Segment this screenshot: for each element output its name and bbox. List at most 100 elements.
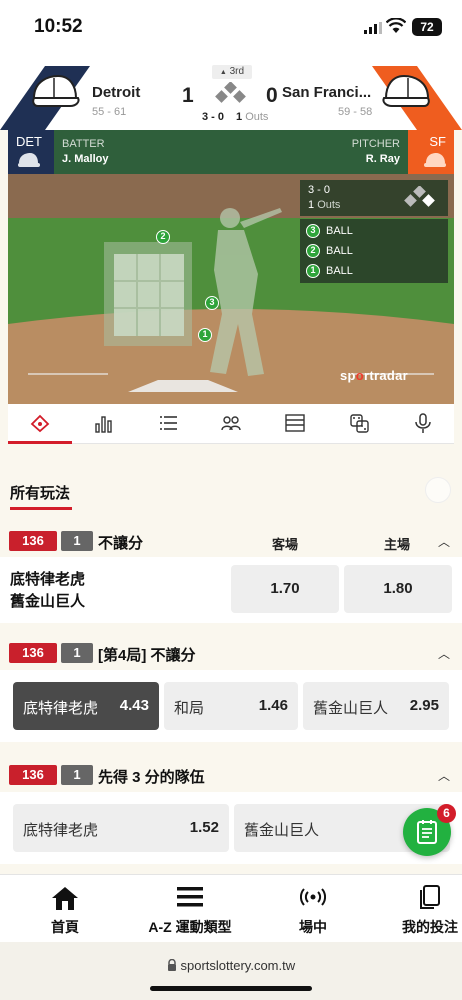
bases-icon [404,186,435,207]
market-title: [第4局] 不讓分 [98,647,196,664]
option-name: 底特律老虎 [23,700,99,717]
pitch-marker: 1 [198,328,212,342]
list-tab-icon[interactable] [157,412,179,434]
market-header[interactable]: 136 1 [第4局] 不讓分 ︿ [0,638,462,668]
pitch-result: BALL [326,265,353,277]
pitch-list: 3 BALL 2 BALL 1 BALL [300,219,448,283]
chevron-up-icon[interactable]: ︿ [438,645,450,662]
batter-label: BATTER [62,138,105,150]
browser-url-bar[interactable]: sportslottery.com.tw [0,942,462,1000]
battery-icon: 72 [412,18,442,36]
url-domain: sportslottery.com.tw [180,958,296,973]
chevron-up-icon[interactable]: ︿ [438,533,450,550]
field-tab-icon[interactable] [29,412,51,434]
my-bets-icon [420,885,441,909]
away-team-record: 55 - 61 [92,106,127,118]
brand-part: rtradar [364,368,409,383]
outs-number: 1 [236,111,243,123]
market-body: 底特律老虎 1.52 舊金山巨人 [0,792,462,864]
stats-tab-icon[interactable] [93,412,115,434]
home-column-header: 主場 [384,537,411,552]
event-code-tag: 136 [9,643,57,663]
filter-circle-button[interactable] [425,477,451,503]
microphone-tab-icon[interactable] [412,412,434,434]
market-body: 底特律老虎 4.43 和局 1.46 舊金山巨人 2.95 [0,670,462,742]
triangle-up-icon: ▲ [219,69,227,76]
odds-button-away[interactable]: 1.70 [231,565,339,613]
batter-name: J. Malloy [62,153,109,165]
count-panel-outs-num: 1 [308,199,315,211]
dice-tab-icon[interactable] [348,412,370,434]
count-panel: 3 - 0 1 Outs [300,180,448,216]
pitch-row: 3 BALL [306,222,353,240]
odds-button-away[interactable]: 底特律老虎 4.43 [13,682,159,730]
batter-pitcher-bar: DET BATTER J. Malloy PITCHER R. Ray SF [8,130,454,174]
nav-label: 首頁 [51,919,79,935]
market-title: 不讓分 [98,535,144,552]
away-abbr: DET [16,134,42,149]
chevron-up-icon[interactable]: ︿ [438,767,450,784]
nav-home[interactable]: 首頁 [20,875,110,943]
home-abbr-tab: SF [408,130,454,174]
nav-sports-az[interactable]: A-Z 運動類型 [130,875,250,943]
away-team-name: Detroit [92,84,141,101]
leg-tag: 1 [61,531,93,551]
brand-part: o [355,368,365,383]
away-team-label: 底特律老虎 [10,571,86,588]
odds-value: 1.46 [258,697,288,714]
pitch-tracker-field: 2 3 1 3 - 0 1 Outs 3 BALL 2 BALL 1 BALL … [8,174,454,404]
outs-count: 1 Outs [236,111,268,123]
scoreboard: Detroit 55 - 61 1 ▲ 3rd 3 - 0 1 Outs 0 S… [0,56,462,130]
pitch-marker: 2 [156,230,170,244]
event-code-tag: 136 [9,531,57,551]
inning-indicator: ▲ 3rd [212,65,252,79]
nav-live[interactable]: 場中 [268,875,358,943]
option-name: 舊金山巨人 [244,822,320,839]
home-indicator[interactable] [150,986,312,991]
away-score: 1 [182,84,194,107]
nav-label: 場中 [299,919,327,935]
clock: 10:52 [34,16,83,37]
table-tab-icon[interactable] [284,412,306,434]
market-body: 底特律老虎 舊金山巨人 1.70 1.80 [0,557,462,623]
odds-button-home[interactable]: 1.80 [344,565,452,613]
all-plays-title[interactable]: 所有玩法 [10,482,70,503]
pitch-result: BALL [326,245,353,257]
odds-button-draw[interactable]: 和局 1.46 [164,682,298,730]
odds-button-away[interactable]: 底特律老虎 1.52 [13,804,229,852]
leg-tag: 1 [61,643,93,663]
pitcher-name: R. Ray [365,153,400,165]
home-abbr: SF [429,134,446,149]
option-name: 舊金山巨人 [313,700,389,717]
nav-my-bets[interactable]: 我的投注 [380,875,462,943]
pitch-number: 3 [306,224,320,238]
odds-button-home[interactable]: 舊金山巨人 2.95 [303,682,449,730]
home-score: 0 [266,84,278,107]
count-panel-outs-label: Outs [317,199,341,211]
market-header[interactable]: 136 1 先得 3 分的隊伍 ︿ [0,760,462,790]
odds-value: 1.52 [189,819,219,836]
away-column-header: 客場 [272,537,299,552]
leg-tag: 1 [61,765,93,785]
brand-part: sp [340,368,356,383]
option-name: 和局 [174,700,205,717]
sportradar-logo: sportradar [340,368,408,383]
away-cap-icon [32,74,80,107]
home-cap-icon [382,74,430,107]
lineup-tab-icon[interactable] [220,412,242,434]
menu-icon [177,887,203,907]
pitch-result: BALL [326,225,353,237]
bet-slip-icon [417,820,437,844]
odds-value: 1.80 [383,580,413,597]
home-team-record: 59 - 58 [338,106,373,118]
strike-zone [114,254,184,336]
lock-icon [167,958,176,971]
url-text: sportslottery.com.tw [0,958,462,973]
market-title: 先得 3 分的隊伍 [98,769,205,786]
inning-label: 3rd [229,66,245,77]
market-header[interactable]: 136 1 不讓分 客場 主場 ︿ [0,526,462,556]
odds-value: 2.95 [409,697,439,714]
pitch-row: 1 BALL [306,262,353,280]
nav-label: 我的投注 [402,919,458,935]
event-code-tag: 136 [9,765,57,785]
